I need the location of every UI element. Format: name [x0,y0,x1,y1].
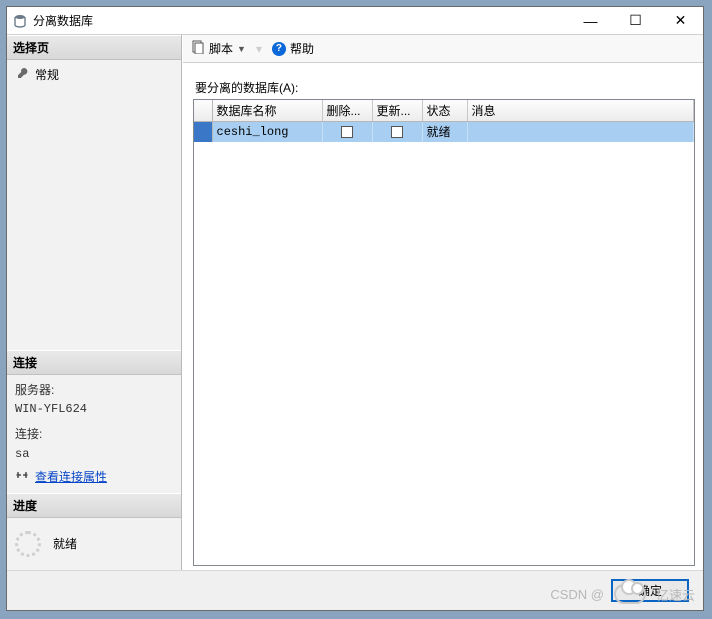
cell-message [467,122,694,142]
row-selector[interactable] [194,122,212,142]
page-general[interactable]: 常规 [9,64,179,85]
window-title: 分离数据库 [33,12,568,29]
col-update[interactable]: 更新... [372,100,422,122]
connection-icon [15,468,29,487]
wrench-icon [17,67,29,82]
page-general-label: 常规 [35,66,59,83]
minimize-button[interactable]: — [568,7,613,34]
server-label: 服务器: [15,381,173,400]
left-panel: 选择页 常规 连接 服务器: WIN-YFL624 连接: sa [7,35,182,570]
progress-spinner-icon [15,531,41,557]
grid-header-row: 数据库名称 删除... 更新... 状态 消息 [194,100,694,122]
help-button[interactable]: ? 帮助 [268,38,318,59]
drop-checkbox[interactable] [341,126,353,138]
col-status[interactable]: 状态 [422,100,467,122]
help-label: 帮助 [290,40,314,57]
close-button[interactable]: ✕ [658,7,703,34]
table-row[interactable]: ceshi_long 就绪 [194,122,694,142]
cell-database-name[interactable]: ceshi_long [212,122,322,142]
col-database-name[interactable]: 数据库名称 [212,100,322,122]
right-panel: 脚本 ▼ ▾ ? 帮助 要分离的数据库(A): [182,35,703,570]
connection-header: 连接 [7,350,181,375]
select-page-header: 选择页 [7,35,181,60]
update-checkbox[interactable] [391,126,403,138]
server-value: WIN-YFL624 [15,400,173,419]
help-icon: ? [272,42,286,56]
col-message[interactable]: 消息 [467,100,694,122]
grid-label: 要分离的数据库(A): [195,79,695,96]
toolbar-separator: ▾ [256,42,262,56]
script-label: 脚本 [209,40,233,57]
conn-label: 连接: [15,425,173,444]
maximize-button[interactable]: ☐ [613,7,658,34]
chevron-down-icon: ▼ [237,44,246,54]
col-drop[interactable]: 删除... [322,100,372,122]
database-icon [13,14,27,28]
col-rowheader [194,100,212,122]
view-connection-properties-link[interactable]: 查看连接属性 [35,468,107,487]
dialog-footer: 确定 [7,570,703,610]
connection-info: 服务器: WIN-YFL624 连接: sa 查看连接属性 [7,375,181,493]
script-icon [191,40,205,57]
titlebar[interactable]: 分离数据库 — ☐ ✕ [7,7,703,35]
ok-button[interactable]: 确定 [611,579,689,602]
databases-grid[interactable]: 数据库名称 删除... 更新... 状态 消息 ceshi_long [193,99,695,566]
toolbar: 脚本 ▼ ▾ ? 帮助 [183,35,703,63]
script-dropdown[interactable]: 脚本 ▼ [187,38,250,59]
dialog-window: 分离数据库 — ☐ ✕ 选择页 常规 连接 服务器: WIN-YFL624 连 [6,6,704,611]
progress-status: 就绪 [53,535,77,552]
conn-value: sa [15,445,173,464]
cell-status: 就绪 [422,122,467,142]
progress-header: 进度 [7,493,181,518]
